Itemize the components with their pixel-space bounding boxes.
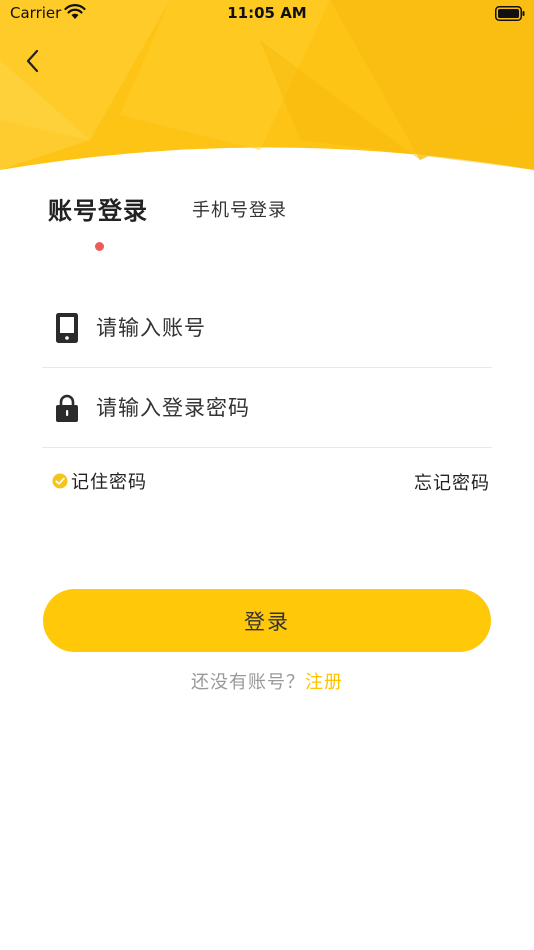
tab-account-login[interactable]: 账号登录 (48, 191, 148, 226)
password-field (42, 368, 492, 448)
chevron-left-icon (26, 49, 39, 73)
active-tab-indicator (95, 242, 104, 251)
tab-phone-login[interactable]: 手机号登录 (192, 196, 287, 222)
remember-password-checkbox[interactable]: 记住密码 (52, 469, 147, 493)
battery-icon (495, 6, 525, 21)
forgot-password-link[interactable]: 忘记密码 (414, 469, 490, 495)
login-button[interactable]: 登录 (43, 589, 491, 652)
back-button[interactable] (18, 46, 48, 76)
register-prompt: 还没有账号？ (191, 672, 305, 693)
phone-icon (56, 313, 78, 343)
lock-icon (56, 394, 78, 422)
status-time: 11:05 AM (227, 4, 307, 22)
register-link[interactable]: 注册 (305, 672, 343, 693)
check-circle-icon (52, 473, 68, 489)
register-row: 还没有账号？注册 (0, 668, 534, 694)
remember-password-label: 记住密码 (71, 472, 147, 493)
status-bar: Carrier 11:05 AM (0, 0, 534, 28)
password-input[interactable] (96, 388, 476, 428)
account-field (42, 288, 492, 368)
account-input[interactable] (96, 308, 476, 348)
